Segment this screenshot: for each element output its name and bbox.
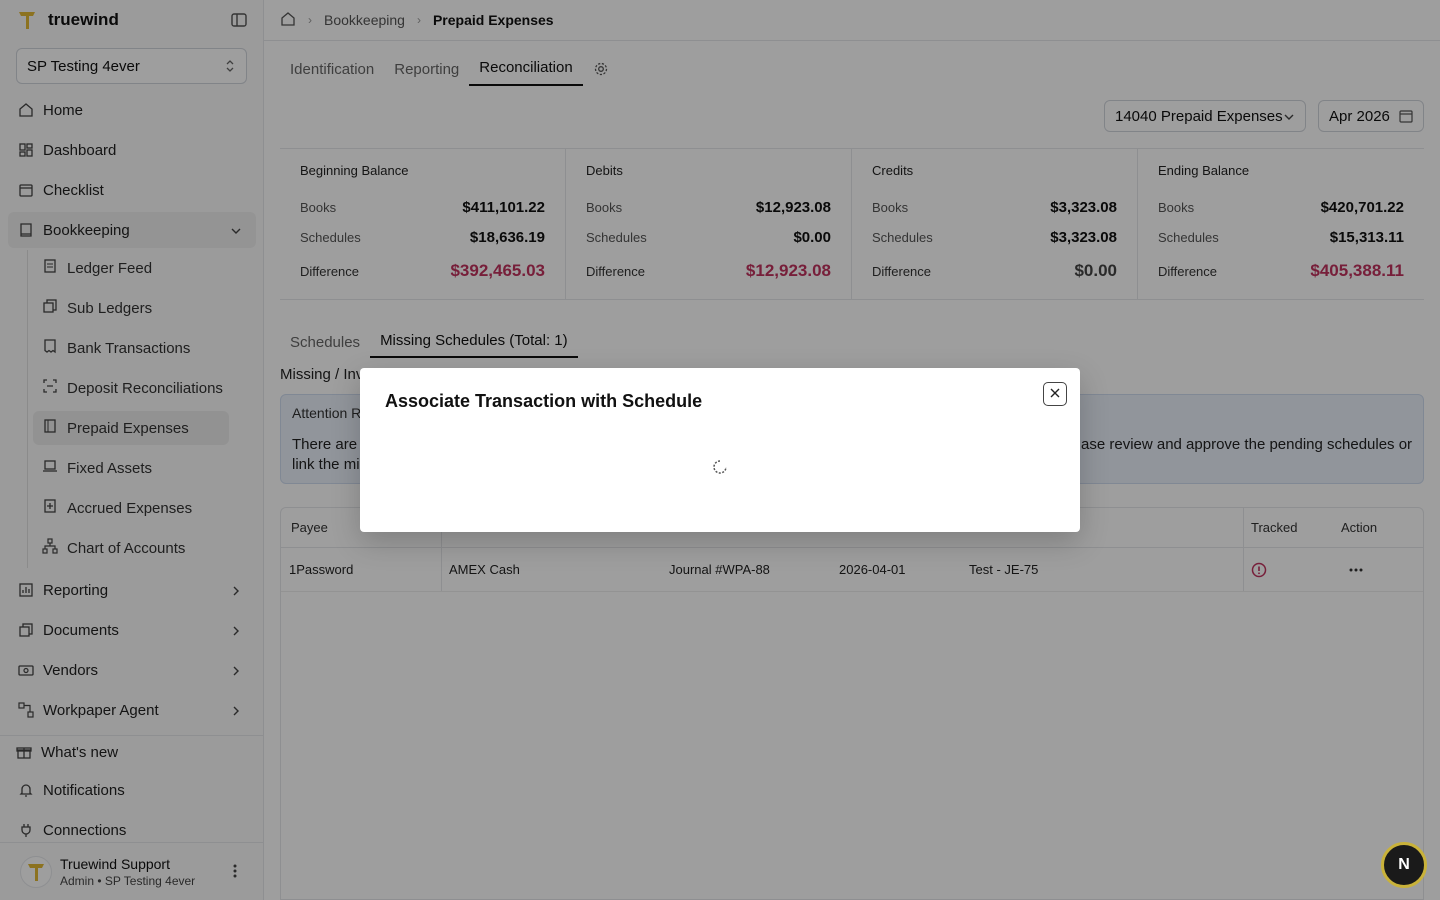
badge-letter: N — [1398, 856, 1410, 873]
associate-schedule-dialog: Associate Transaction with Schedule — [360, 368, 1080, 532]
close-icon — [1049, 386, 1061, 402]
dialog-title: Associate Transaction with Schedule — [385, 391, 703, 411]
close-button[interactable] — [1043, 382, 1067, 406]
dev-tools-badge[interactable]: N — [1381, 842, 1427, 888]
loading-spinner-icon — [712, 459, 728, 475]
